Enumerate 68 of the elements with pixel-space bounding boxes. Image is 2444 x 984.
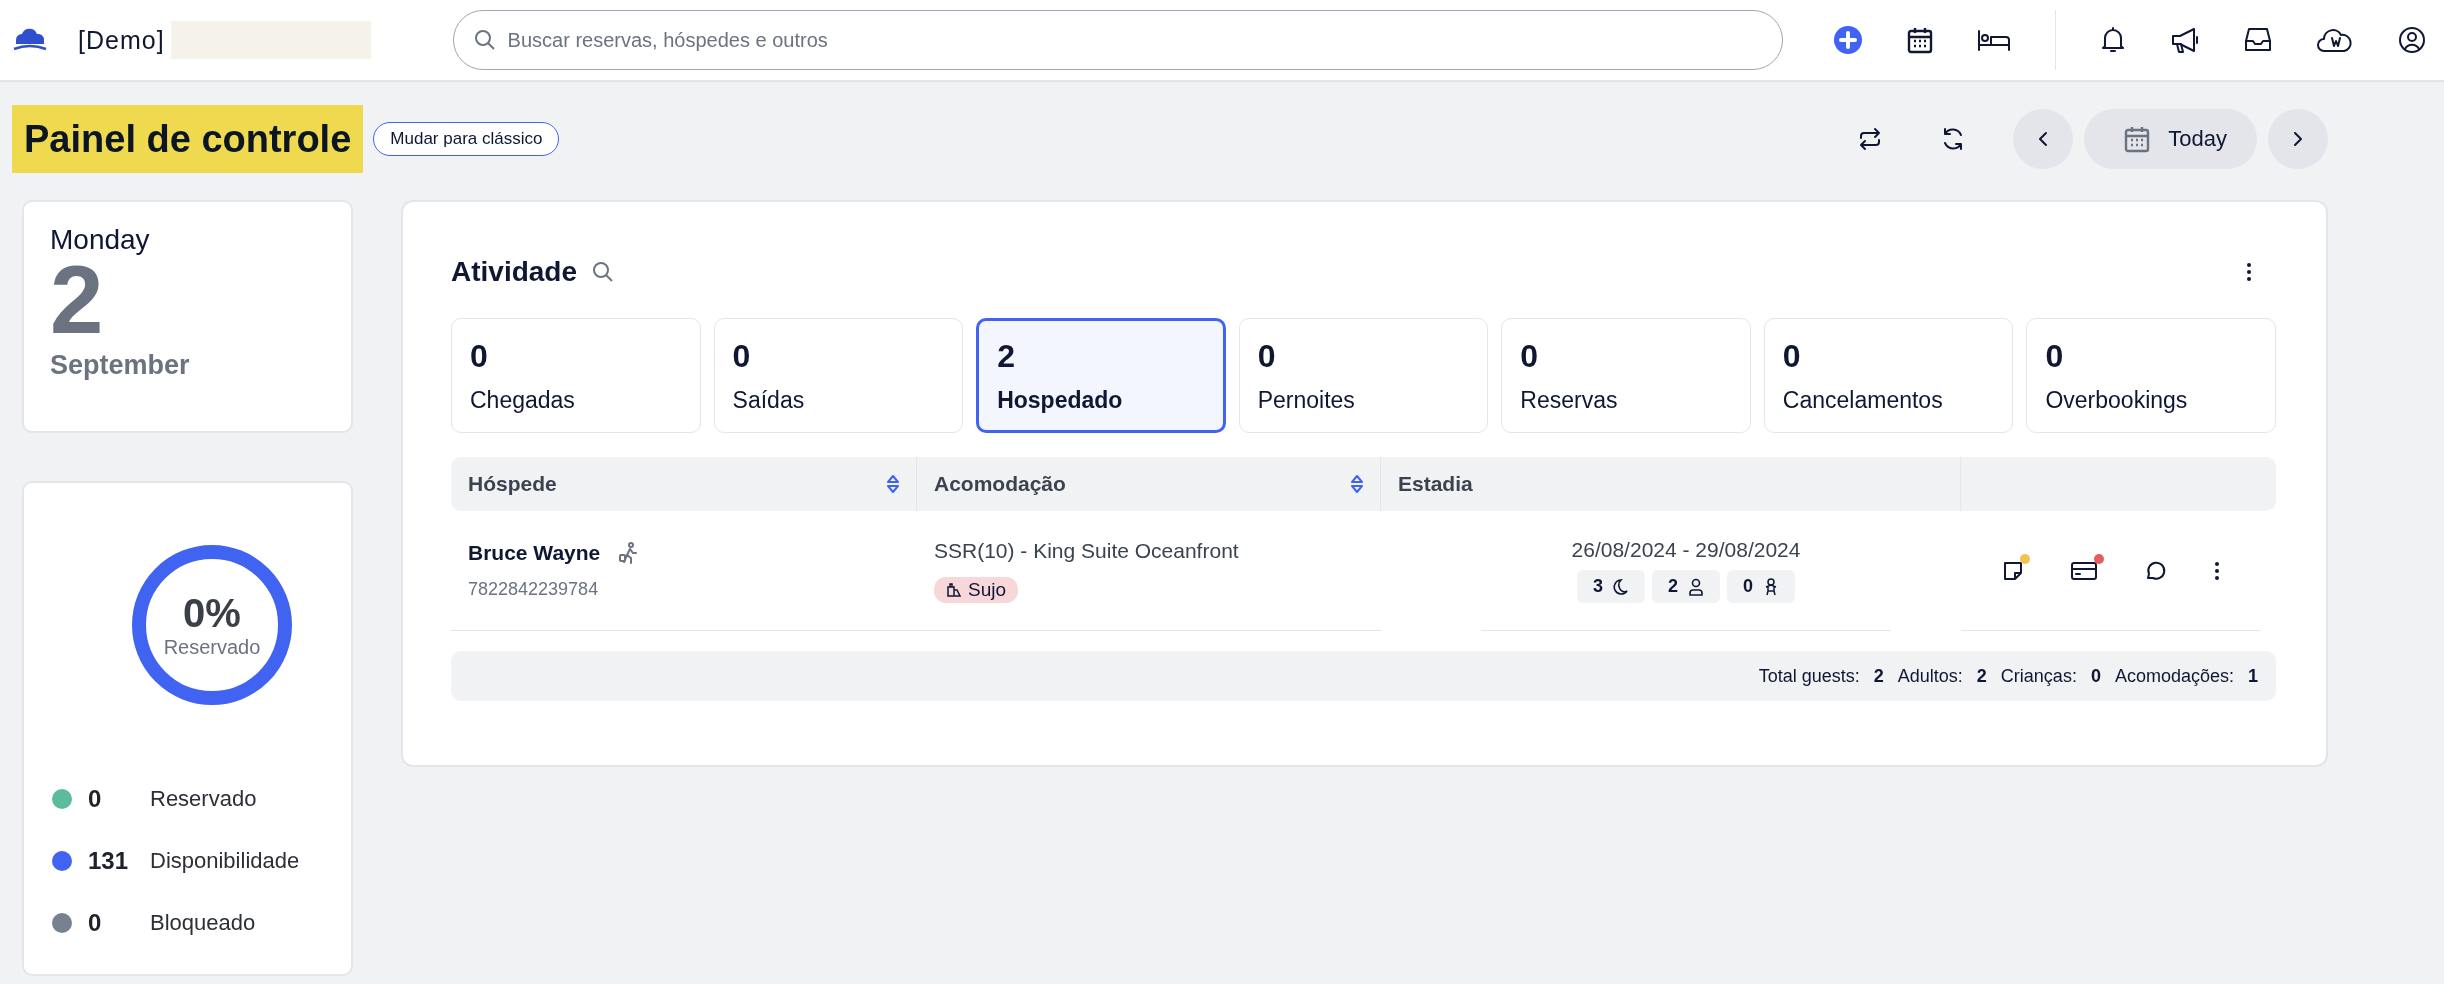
sort-icon[interactable]	[886, 473, 900, 495]
more-options-icon	[2213, 560, 2220, 581]
credit-card-icon	[2069, 559, 2098, 582]
activity-tab[interactable]: 0 Overbookings	[2026, 318, 2276, 433]
legend-value: 0	[88, 909, 103, 937]
activity-tab[interactable]: 0 Cancelamentos	[1763, 318, 2014, 433]
occupancy-caption: Reservado	[163, 636, 261, 659]
activity-tab[interactable]: 0 Reservas	[1501, 318, 1751, 433]
nights-chip: 3	[1576, 570, 1645, 603]
calendar-icon[interactable]	[1906, 26, 1933, 54]
baby-icon	[1763, 577, 1779, 596]
notification-bell-icon[interactable]	[2100, 26, 2126, 54]
cloud-w-icon[interactable]	[2316, 26, 2354, 54]
megaphone-icon[interactable]	[2170, 26, 2200, 54]
adults-chip: 2	[1652, 570, 1720, 603]
activity-tab[interactable]: 0 Chegadas	[451, 318, 701, 433]
logo-icon[interactable]	[12, 27, 48, 53]
column-header[interactable]: Hóspede	[468, 472, 900, 496]
add-icon[interactable]	[1832, 25, 1863, 55]
total-value: 2	[1873, 665, 1884, 687]
person-icon	[1688, 577, 1704, 596]
walking-luggage-icon	[618, 542, 639, 564]
cleaning-icon	[946, 581, 962, 598]
page-title: Painel de controle	[12, 105, 364, 173]
chevron-right-icon	[2292, 130, 2304, 148]
total-value: 0	[2090, 665, 2101, 687]
inbox-icon[interactable]	[2244, 27, 2272, 53]
total-value: 2	[1976, 665, 1987, 687]
month: September	[50, 350, 191, 381]
stay-dates: 26/08/2024 - 29/08/2024	[1571, 538, 1801, 562]
room-status-badge: Sujo	[934, 576, 1019, 603]
switch-classic-button[interactable]: Mudar para clássico	[373, 122, 560, 156]
legend-label: Reservado	[150, 786, 257, 812]
legend-label: Disponibilidade	[150, 848, 300, 874]
legend-value: 0	[88, 785, 103, 813]
user-account-icon[interactable]	[2398, 26, 2426, 54]
chevron-left-icon	[2037, 130, 2050, 148]
more-options-button[interactable]	[2246, 262, 2252, 282]
legend-label: Bloqueado	[150, 910, 256, 936]
note-icon	[2001, 559, 2024, 582]
total-label: Acomodações:	[2114, 665, 2234, 687]
activity-tab[interactable]: 0 Saídas	[713, 318, 964, 433]
weekday: Monday	[50, 224, 151, 256]
guest-name[interactable]: Bruce Wayne	[468, 541, 601, 565]
legend-value: 131	[88, 847, 130, 875]
bed-icon[interactable]	[1976, 28, 2011, 52]
guest-id: 7822842239784	[468, 579, 600, 600]
activity-tab[interactable]: 2 Hospedado	[976, 318, 1226, 433]
children-chip: 0	[1727, 570, 1795, 603]
column-header[interactable]: Estadia	[1398, 472, 1944, 496]
search-icon	[472, 28, 497, 52]
search-field[interactable]: Buscar reservas, hóspedes e outros	[452, 10, 1783, 70]
total-label: Adultos:	[1897, 665, 1963, 687]
total-label: Crianças:	[2000, 665, 2077, 687]
calendar-icon	[2124, 125, 2151, 153]
day-number: 2	[50, 256, 104, 344]
activity-title: Atividade	[451, 256, 578, 288]
sort-icon[interactable]	[1350, 473, 1364, 495]
activity-tab[interactable]: 0 Pernoites	[1238, 318, 1489, 433]
total-value: 1	[2248, 665, 2258, 687]
moon-icon	[1613, 577, 1629, 596]
room-name: SSR(10) - King Suite Oceanfront	[934, 538, 1240, 563]
today-button[interactable]: Today	[2084, 109, 2257, 169]
total-label: Total guests:	[1758, 665, 1860, 687]
brand-name: [Demo]	[78, 25, 165, 55]
column-header[interactable]: Acomodação	[934, 472, 1364, 496]
occupancy-percent: 0%	[183, 591, 241, 636]
more-options-icon	[2246, 262, 2252, 282]
